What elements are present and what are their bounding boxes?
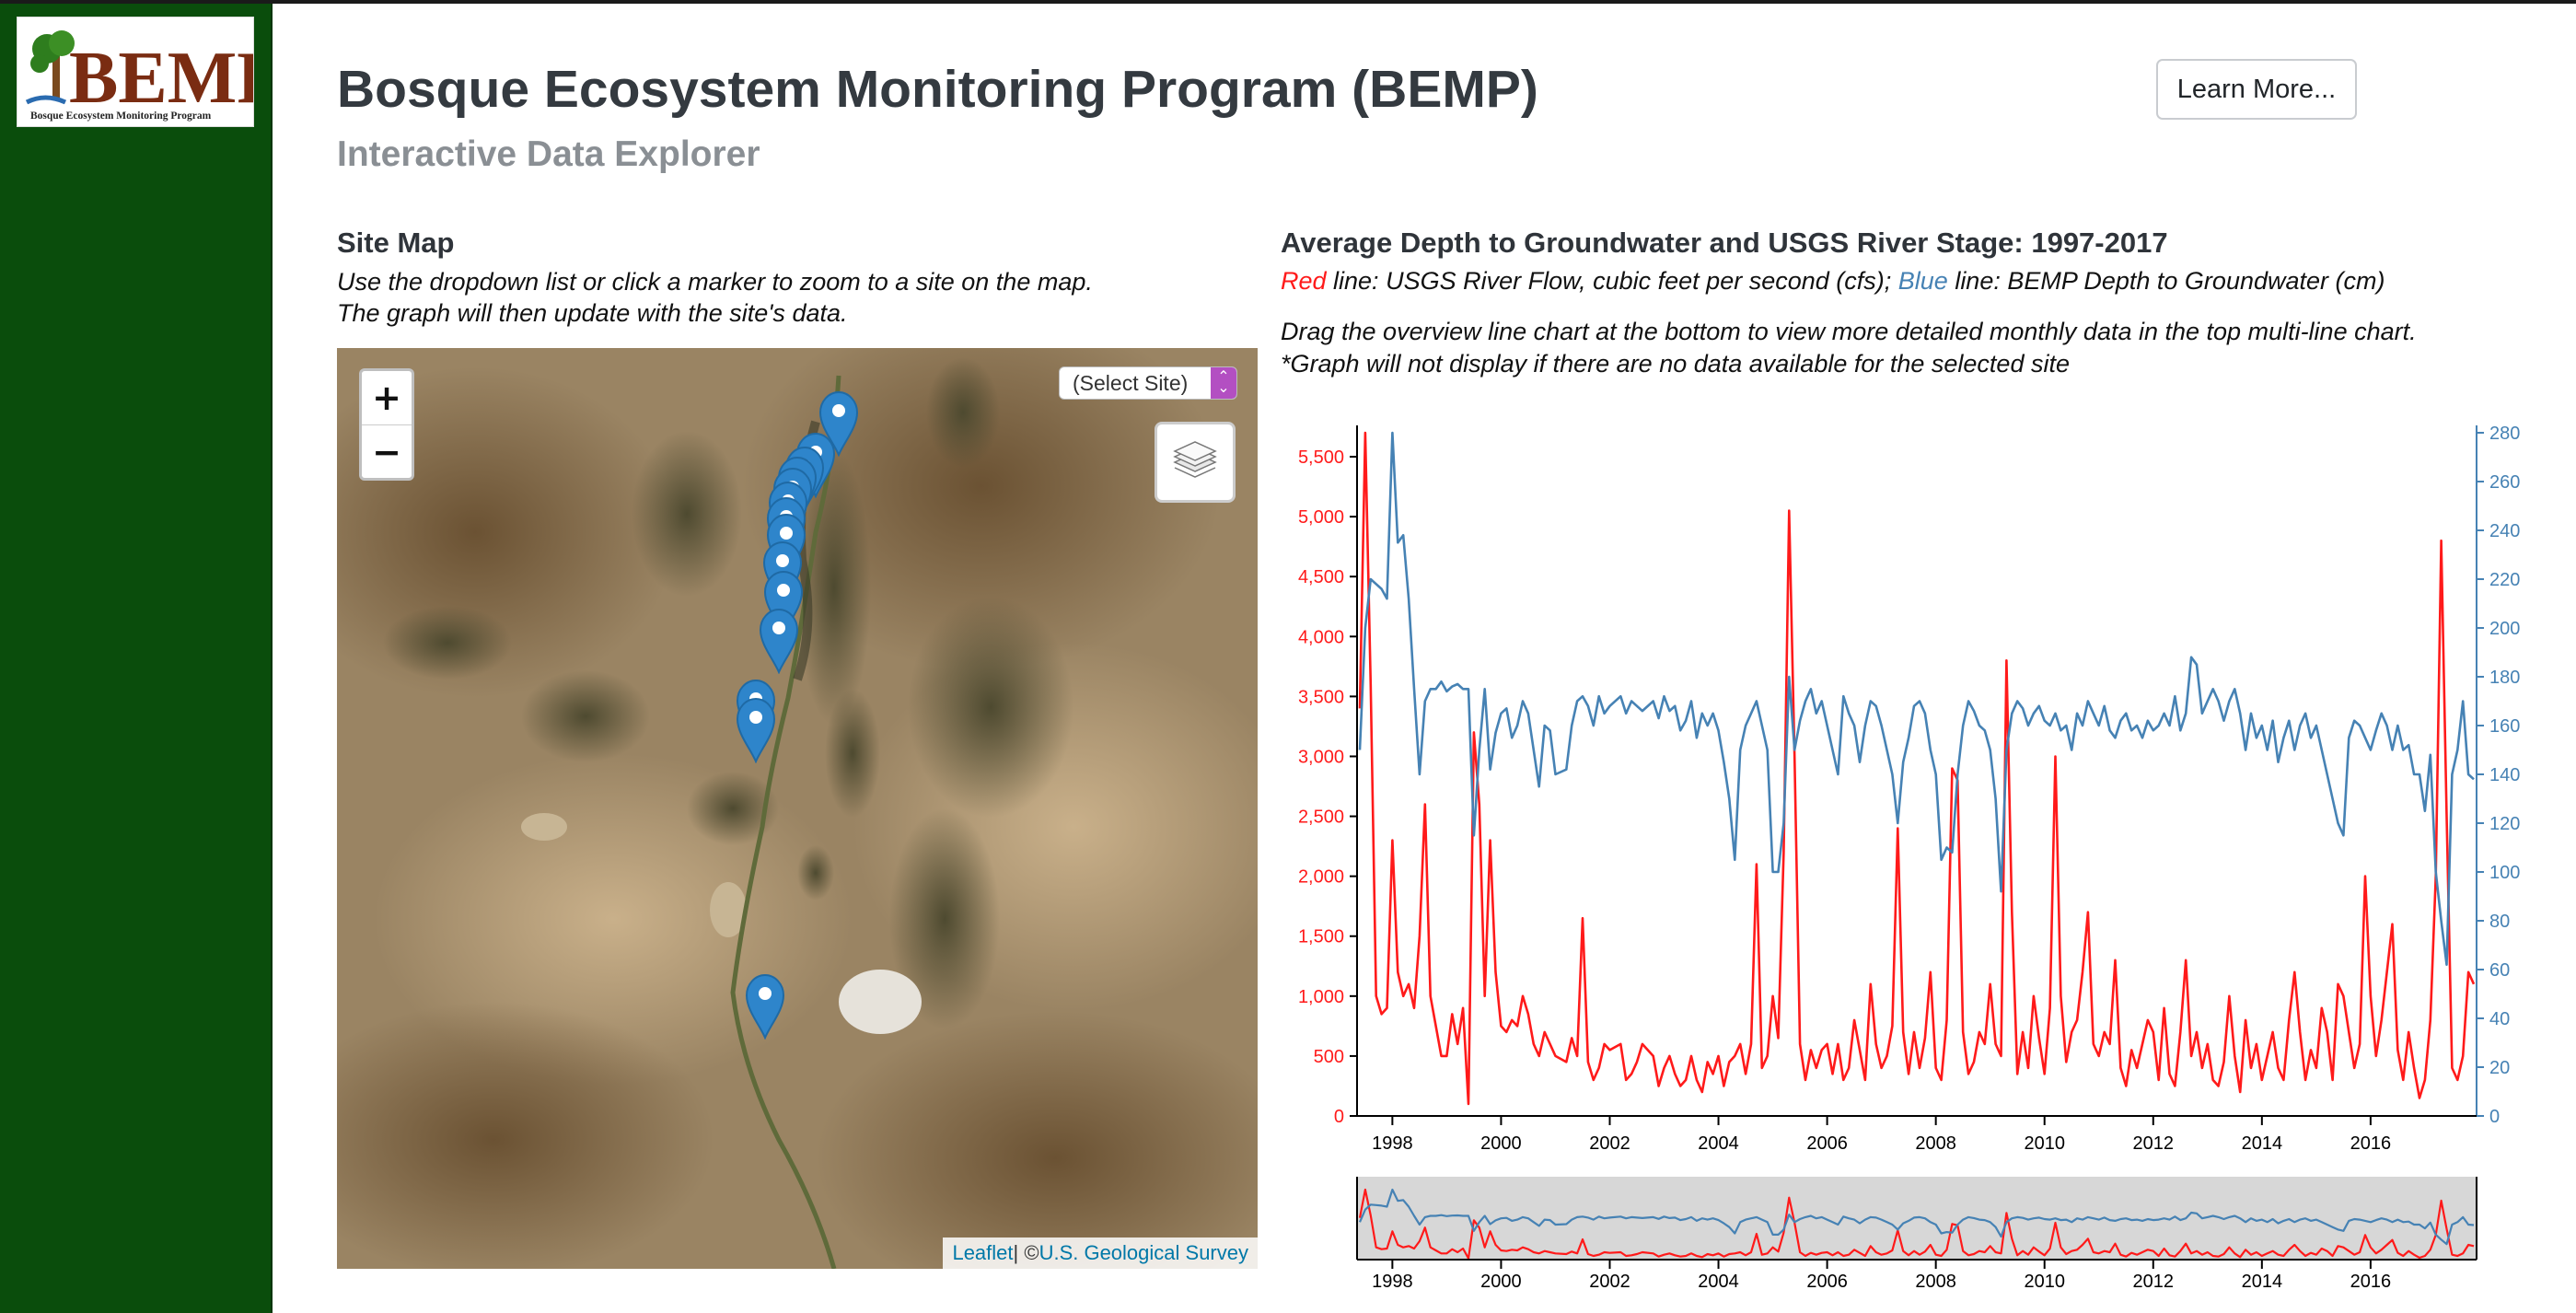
attribution-separator: | © bbox=[1013, 1241, 1039, 1264]
right-axis-tick-label: 20 bbox=[2489, 1058, 2510, 1078]
left-axis-tick-label: 3,000 bbox=[1298, 747, 1344, 767]
bemp-logo-image: BEMP Bosque Ecosystem Monitoring Program bbox=[17, 17, 253, 126]
right-axis-tick-label: 80 bbox=[2489, 912, 2510, 932]
river-flow-line bbox=[1358, 431, 2476, 1106]
bemp-logo[interactable]: BEMP Bosque Ecosystem Monitoring Program bbox=[17, 17, 254, 127]
right-axis-tick-label: 280 bbox=[2489, 424, 2520, 444]
right-axis-tick-label: 240 bbox=[2489, 521, 2520, 541]
overview-x-axis-tick-label: 2008 bbox=[1915, 1272, 1956, 1292]
site-map-instructions-2: The graph will then update with the site… bbox=[337, 299, 848, 327]
left-axis-tick-label: 500 bbox=[1314, 1047, 1344, 1067]
overview-x-axis-tick-label: 2004 bbox=[1698, 1272, 1739, 1292]
usgs-link[interactable]: U.S. Geological Survey bbox=[1039, 1241, 1248, 1265]
left-axis-tick-label: 2,500 bbox=[1298, 808, 1344, 828]
x-axis-tick-label: 1998 bbox=[1372, 1133, 1413, 1154]
x-axis-tick-label: 2016 bbox=[2350, 1133, 2392, 1154]
left-axis-tick-label: 2,000 bbox=[1298, 867, 1344, 888]
learn-more-button[interactable]: Learn More... bbox=[2156, 59, 2357, 120]
groundwater-river-chart[interactable]: 0 500 1,000 1,500 2,000 2,500 3,000 3,500 4,000 4… bbox=[1285, 405, 2556, 1307]
left-axis-tick-label: 1,000 bbox=[1298, 987, 1344, 1007]
overview-x-axis-tick-label: 2016 bbox=[2350, 1272, 2392, 1292]
x-axis-tick-label: 2008 bbox=[1915, 1133, 1956, 1154]
sidebar: BEMP Bosque Ecosystem Monitoring Program bbox=[0, 4, 273, 1313]
right-axis-tick-label: 40 bbox=[2489, 1009, 2510, 1029]
layers-icon bbox=[1173, 441, 1217, 478]
groundwater-line bbox=[1358, 431, 2475, 966]
site-marker[interactable] bbox=[757, 606, 801, 679]
site-select-dropdown[interactable]: (Select Site) ⌃ ⌄ bbox=[1059, 366, 1237, 400]
left-axis-tick-label: 4,000 bbox=[1298, 627, 1344, 647]
focus-chart: 0 500 1,000 1,500 2,000 2,500 3,000 3,500 4,000 4… bbox=[1298, 424, 2520, 1154]
map-marker-icon bbox=[759, 608, 799, 675]
left-axis-tick-label: 3,500 bbox=[1298, 687, 1344, 707]
right-axis-tick-label: 120 bbox=[2489, 814, 2520, 834]
right-axis-tick-label: 220 bbox=[2489, 570, 2520, 590]
legend-red-word: Red bbox=[1281, 267, 1327, 295]
left-axis-tick-label: 4,500 bbox=[1298, 567, 1344, 587]
right-axis-tick-label: 180 bbox=[2489, 668, 2520, 688]
zoom-control: + − bbox=[359, 368, 414, 481]
right-axis-tick-label: 160 bbox=[2489, 716, 2520, 737]
leaflet-link[interactable]: Leaflet bbox=[952, 1241, 1013, 1265]
right-axis-tick-label: 260 bbox=[2489, 472, 2520, 493]
x-axis-tick-label: 2006 bbox=[1806, 1133, 1848, 1154]
chart-heading: Average Depth to Groundwater and USGS Ri… bbox=[1281, 227, 2168, 259]
logo-text: BEMP bbox=[69, 38, 253, 119]
overview-chart[interactable]: 1998 2000 2002 2004 2006 2008 2010 2012 2014 2016 bbox=[1356, 1177, 2477, 1292]
right-axis-tick-label: 60 bbox=[2489, 960, 2510, 981]
zoom-out-button[interactable]: − bbox=[362, 425, 412, 478]
map-marker-icon bbox=[745, 973, 785, 1040]
overview-x-axis-tick-label: 1998 bbox=[1372, 1272, 1413, 1292]
overview-x-axis-tick-label: 2010 bbox=[2024, 1272, 2065, 1292]
x-axis-tick-label: 2002 bbox=[1589, 1133, 1630, 1154]
window-top-border bbox=[0, 0, 2576, 4]
site-marker[interactable] bbox=[734, 695, 778, 768]
legend-red-text: line: USGS River Flow, cubic feet per se… bbox=[1326, 267, 1898, 295]
chevron-updown-icon: ⌃ ⌄ bbox=[1211, 367, 1236, 399]
overview-x-axis-tick-label: 2002 bbox=[1589, 1272, 1630, 1292]
legend-blue-text: line: BEMP Depth to Groundwater (cm) bbox=[1947, 267, 2385, 295]
right-axis-tick-label: 140 bbox=[2489, 765, 2520, 785]
left-axis-tick-label: 1,500 bbox=[1298, 927, 1344, 947]
left-axis-tick-label: 5,500 bbox=[1298, 447, 1344, 468]
x-axis-tick-label: 2004 bbox=[1698, 1133, 1739, 1154]
overview-x-axis-tick-label: 2012 bbox=[2133, 1272, 2175, 1292]
overview-x-axis-tick-label: 2006 bbox=[1806, 1272, 1848, 1292]
x-axis-tick-label: 2014 bbox=[2242, 1133, 2283, 1154]
right-axis-tick-label: 0 bbox=[2489, 1107, 2500, 1127]
right-axis-tick-label: 100 bbox=[2489, 863, 2520, 883]
zoom-in-button[interactable]: + bbox=[362, 371, 412, 425]
site-marker[interactable] bbox=[743, 971, 787, 1044]
legend-blue-word: Blue bbox=[1897, 267, 1948, 295]
layers-button[interactable] bbox=[1155, 422, 1236, 503]
map-attribution: Leaflet | © U.S. Geological Survey bbox=[943, 1237, 1258, 1269]
left-axis-tick-label: 5,000 bbox=[1298, 507, 1344, 528]
right-axis-tick-label: 200 bbox=[2489, 619, 2520, 639]
chart-instruction-2: *Graph will not display if there are no … bbox=[1281, 350, 2070, 378]
x-axis-tick-label: 2010 bbox=[2024, 1133, 2065, 1154]
page-title: Bosque Ecosystem Monitoring Program (BEM… bbox=[337, 60, 1538, 119]
chart-instruction-1: Drag the overview line chart at the bott… bbox=[1281, 318, 2417, 345]
left-axis-tick-label: 0 bbox=[1334, 1107, 1344, 1127]
site-map-heading: Site Map bbox=[337, 227, 455, 259]
site-map-instructions-1: Use the dropdown list or click a marker … bbox=[337, 268, 1093, 296]
page-subtitle: Interactive Data Explorer bbox=[337, 134, 760, 174]
x-axis-tick-label: 2012 bbox=[2133, 1133, 2175, 1154]
logo-caption: Bosque Ecosystem Monitoring Program bbox=[30, 110, 212, 122]
overview-x-axis-tick-label: 2000 bbox=[1480, 1272, 1522, 1292]
site-select-value: (Select Site) bbox=[1073, 370, 1189, 395]
map-marker-icon bbox=[736, 697, 776, 764]
site-map[interactable]: + − (Select Site) ⌃ ⌄ Leaflet | © U.S. Ge… bbox=[337, 348, 1258, 1269]
x-axis-tick-label: 2000 bbox=[1480, 1133, 1522, 1154]
chart-legend-line: Red line: USGS River Flow, cubic feet pe… bbox=[1281, 267, 2385, 296]
overview-x-axis-tick-label: 2014 bbox=[2242, 1272, 2283, 1292]
